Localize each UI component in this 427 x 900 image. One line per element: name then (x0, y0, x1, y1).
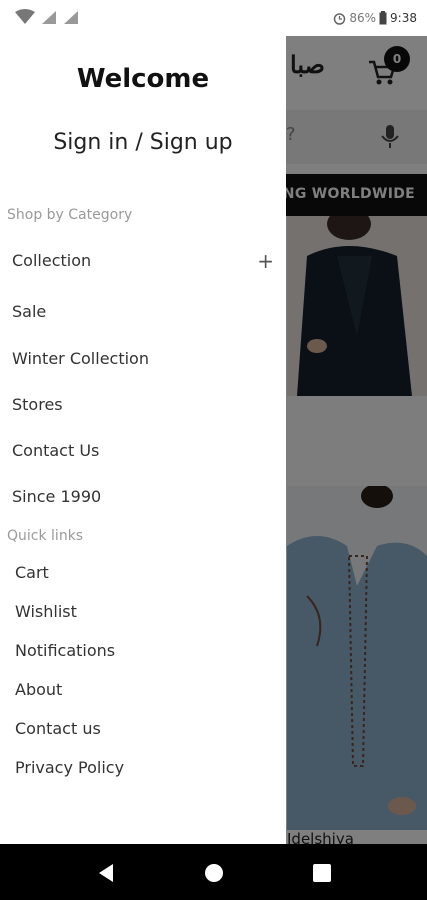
wifi-icon (15, 9, 35, 24)
recents-icon[interactable] (311, 862, 333, 884)
plus-icon[interactable]: + (257, 246, 274, 276)
status-bar: 86% 9:38 (0, 0, 427, 36)
menu-item-sale[interactable]: Sale (12, 297, 274, 327)
status-icons-right: 86% 9:38 (333, 11, 417, 25)
category-section-label: Shop by Category (7, 207, 133, 223)
status-icons-left (14, 9, 80, 25)
menu-item-winter-collection[interactable]: Winter Collection (12, 344, 274, 374)
menu-item-label: Winter Collection (12, 349, 149, 368)
quick-link-privacy-policy[interactable]: Privacy Policy (15, 754, 265, 782)
menu-item-label: Stores (12, 395, 63, 414)
battery-icon (379, 11, 387, 25)
quick-link-about[interactable]: About (15, 676, 265, 704)
menu-item-label: Contact Us (12, 441, 100, 460)
quick-link-cart[interactable]: Cart (15, 559, 265, 587)
quick-link-contact-us[interactable]: Contact us (15, 715, 265, 743)
menu-item-contact-us[interactable]: Contact Us (12, 436, 274, 466)
welcome-heading: Welcome (76, 64, 210, 94)
alarm-icon (334, 12, 346, 25)
sign-in-link[interactable]: Sign in / Sign up (0, 130, 286, 155)
back-icon[interactable] (95, 862, 117, 884)
menu-item-label: Collection (12, 251, 92, 270)
menu-item-label: Sale (12, 302, 47, 321)
clock: 9:38 (390, 11, 417, 25)
navigation-drawer: Welcome Sign in / Sign up Shop by Catego… (0, 36, 286, 844)
battery-percent: 86% (349, 11, 377, 25)
home-icon[interactable] (203, 862, 225, 884)
signal-icon (42, 11, 56, 24)
system-navigation-bar (0, 844, 427, 900)
quick-links-label: Quick links (7, 528, 84, 544)
quick-link-wishlist[interactable]: Wishlist (15, 598, 265, 626)
menu-item-label: Since 1990 (12, 487, 102, 506)
quick-link-notifications[interactable]: Notifications (15, 637, 265, 665)
signal-icon-2 (64, 11, 78, 24)
menu-item-since-1990[interactable]: Since 1990 (12, 482, 274, 512)
menu-item-stores[interactable]: Stores (12, 390, 274, 420)
menu-item-collection[interactable]: Collection + (12, 246, 274, 276)
